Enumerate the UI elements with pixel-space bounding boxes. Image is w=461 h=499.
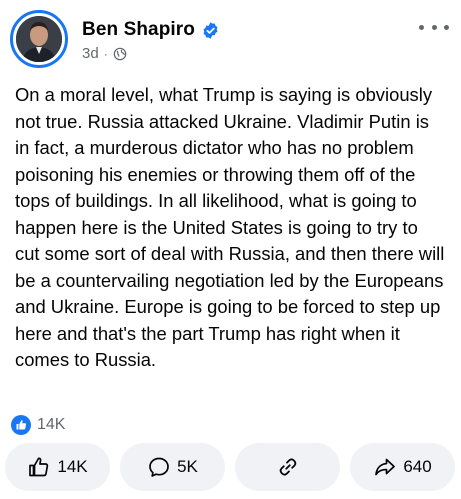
post-meta: 3d · bbox=[82, 45, 127, 62]
comment-bubble-icon bbox=[149, 457, 169, 477]
share-button[interactable]: 640 bbox=[350, 443, 455, 491]
more-options-icon[interactable] bbox=[419, 18, 449, 36]
thumbs-up-icon bbox=[29, 457, 49, 477]
copy-link-button[interactable] bbox=[235, 443, 340, 491]
verified-badge-icon bbox=[203, 21, 218, 39]
author-name[interactable]: Ben Shapiro bbox=[82, 19, 195, 41]
reaction-count: 14K bbox=[37, 416, 66, 433]
like-badge-icon bbox=[11, 415, 31, 435]
share-count: 640 bbox=[403, 457, 432, 476]
meta-separator: · bbox=[103, 46, 108, 61]
comment-button[interactable]: 5K bbox=[120, 443, 225, 491]
post-timestamp[interactable]: 3d bbox=[82, 45, 99, 62]
post-card: Ben Shapiro 3d · On a moral level, what … bbox=[0, 0, 461, 499]
comment-count: 5K bbox=[177, 457, 198, 476]
post-text: On a moral level, what Trump is saying i… bbox=[15, 84, 445, 370]
link-icon bbox=[279, 458, 296, 476]
person-silhouette-icon bbox=[16, 16, 62, 62]
like-button[interactable]: 14K bbox=[5, 443, 110, 491]
like-count: 14K bbox=[57, 457, 88, 476]
post-header: Ben Shapiro 3d · bbox=[10, 10, 449, 70]
action-bar: 14K 5K 640 bbox=[5, 443, 455, 493]
avatar-photo bbox=[16, 16, 62, 62]
author-row: Ben Shapiro bbox=[82, 19, 220, 41]
reactions-summary[interactable]: 14K bbox=[11, 415, 65, 435]
share-arrow-icon bbox=[375, 458, 396, 476]
avatar[interactable] bbox=[10, 10, 68, 68]
globe-icon bbox=[113, 47, 126, 60]
